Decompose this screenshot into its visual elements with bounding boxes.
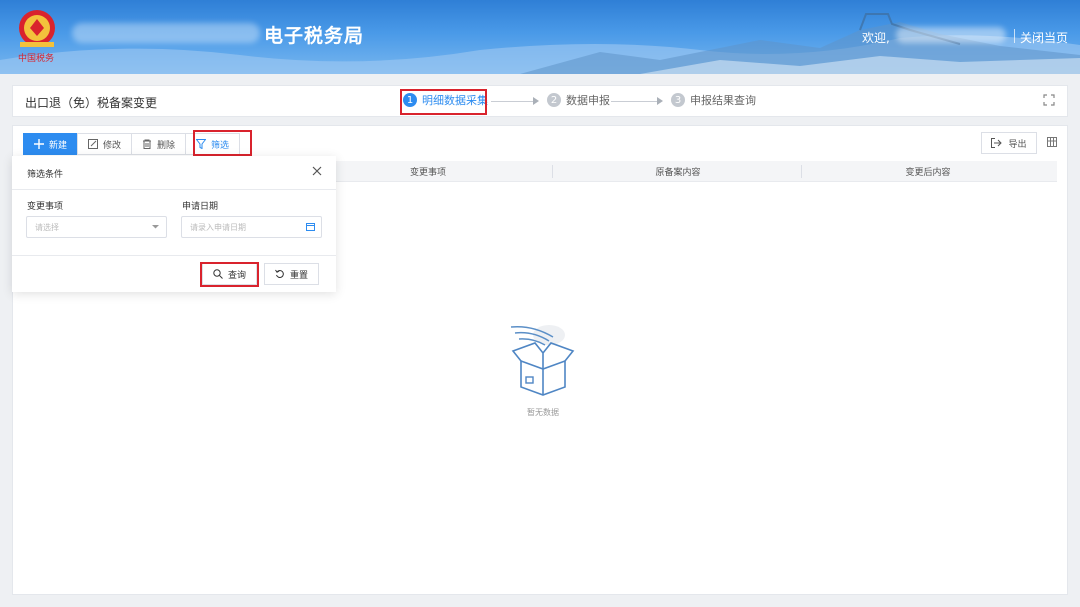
- export-button-label: 导出: [1008, 139, 1027, 150]
- reset-icon: [275, 269, 284, 279]
- filter-popover-title: 筛选条件: [27, 170, 64, 180]
- plus-icon: [34, 139, 44, 149]
- svg-text:中国税务: 中国税务: [18, 52, 54, 64]
- step-connector: [611, 101, 657, 102]
- header-divider: [1014, 29, 1015, 43]
- top-banner: 中国税务 电子税务局 欢迎, 关闭当页: [0, 0, 1080, 74]
- divider: [12, 255, 336, 256]
- column-divider: [801, 165, 802, 178]
- empty-state-text: 暂无数据: [527, 408, 559, 417]
- chevron-down-icon: [152, 225, 159, 229]
- highlight-box-filter: [193, 130, 252, 156]
- reset-button-label: 重置: [289, 270, 308, 281]
- delete-button[interactable]: 删除: [131, 133, 187, 155]
- step-arrow-icon: [657, 97, 663, 105]
- new-button-label: 新建: [49, 140, 68, 151]
- page-title: 出口退（免）税备案变更: [25, 96, 158, 110]
- column-change-item: 变更事项: [409, 168, 446, 178]
- change-item-placeholder: 请选择: [35, 223, 59, 232]
- step-number: 2: [547, 93, 561, 107]
- export-icon: [991, 138, 1003, 148]
- column-new-content: 变更后内容: [905, 168, 951, 178]
- step-label: 数据申报: [566, 94, 610, 107]
- column-original-content: 原备案内容: [655, 168, 701, 178]
- username-redacted: [896, 27, 1006, 43]
- apply-date-label: 申请日期: [182, 202, 219, 212]
- fullscreen-icon[interactable]: [1043, 94, 1055, 106]
- edit-button[interactable]: 修改: [77, 133, 133, 155]
- change-item-select[interactable]: 请选择: [26, 216, 167, 238]
- close-icon[interactable]: [312, 166, 322, 176]
- org-name-redacted: [72, 23, 260, 43]
- reset-button[interactable]: 重置: [264, 263, 319, 285]
- tax-emblem-logo: 中国税务: [18, 10, 55, 64]
- step-label: 申报结果查询: [690, 94, 756, 107]
- new-button[interactable]: 新建: [23, 133, 79, 155]
- step-bar: 出口退（免）税备案变更 1 明细数据采集 2 数据申报 3 申报结果查询: [12, 85, 1068, 117]
- filter-popover: 筛选条件 变更事项 请选择 申请日期 请录入申请日期 查询 重置: [12, 156, 336, 292]
- apply-date-placeholder: 请录入申请日期: [190, 223, 246, 232]
- edit-button-label: 修改: [103, 140, 122, 151]
- edit-icon: [88, 139, 99, 149]
- empty-box-icon: [510, 325, 575, 396]
- highlight-box-step1: [400, 89, 487, 115]
- divider: [12, 189, 336, 190]
- site-title: 电子税务局: [264, 25, 365, 47]
- welcome-text: 欢迎,: [862, 31, 890, 45]
- step-arrow-icon: [533, 97, 539, 105]
- step-connector: [491, 101, 533, 102]
- empty-state: 暂无数据: [493, 321, 593, 418]
- apply-date-input[interactable]: 请录入申请日期: [181, 216, 322, 238]
- change-item-label: 变更事项: [27, 202, 64, 212]
- step-result-query[interactable]: 3 申报结果查询: [671, 92, 756, 108]
- export-button[interactable]: 导出: [981, 132, 1037, 154]
- delete-button-label: 删除: [157, 140, 176, 151]
- highlight-box-query: [200, 262, 259, 287]
- close-page-link[interactable]: 关闭当页: [1020, 29, 1068, 46]
- step-data-declaration[interactable]: 2 数据申报: [547, 92, 610, 108]
- step-number: 3: [671, 93, 685, 107]
- column-settings-icon[interactable]: [1047, 137, 1057, 147]
- calendar-icon: [306, 223, 315, 231]
- column-divider: [552, 165, 553, 178]
- trash-icon: [143, 139, 152, 149]
